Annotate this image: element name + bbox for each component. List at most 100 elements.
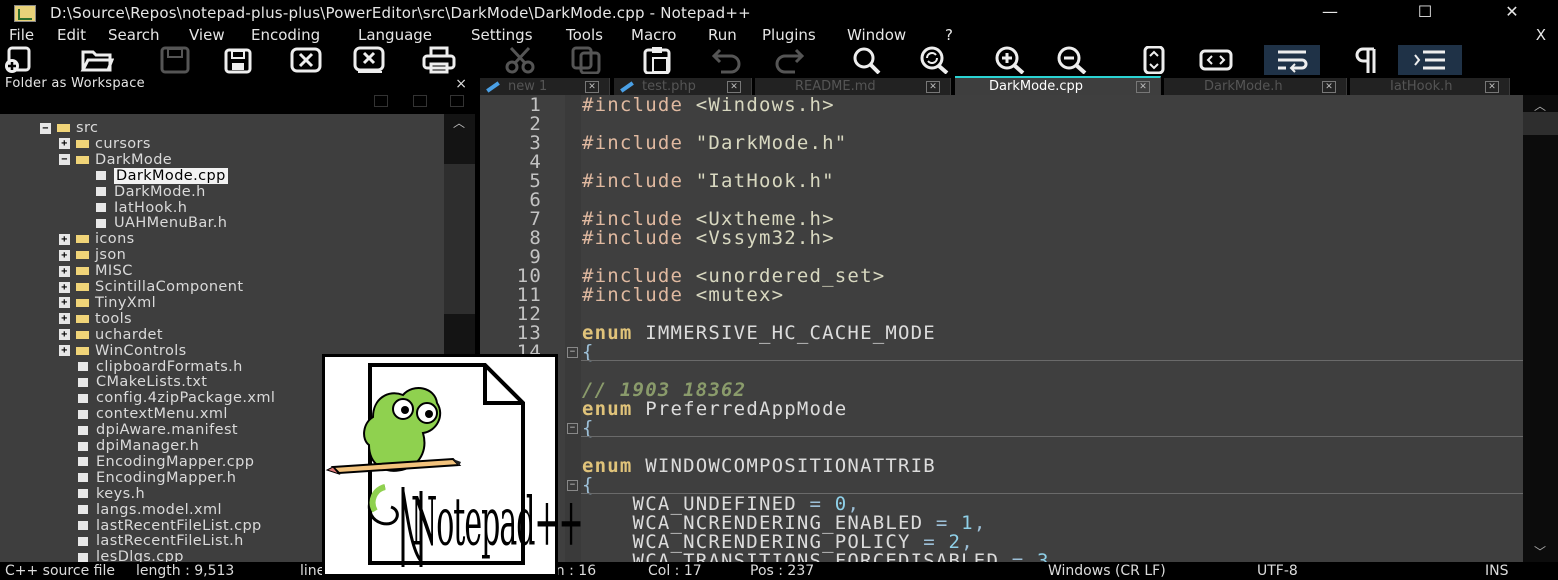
- code-line[interactable]: enum WINDOWCOMPOSITIONATTRIB: [480, 457, 1523, 476]
- tree-folder[interactable]: + icons: [59, 231, 135, 247]
- status-insert-mode[interactable]: INS: [1485, 563, 1509, 579]
- tree-file[interactable]: lesDlgs.cpp: [78, 549, 184, 562]
- code-line[interactable]: WCA_TRANSITIONS_FORCEDISABLED = 3,: [480, 552, 1523, 563]
- tree-folder[interactable]: + json: [59, 247, 126, 263]
- word-wrap-icon[interactable]: [1264, 45, 1320, 75]
- tab-4[interactable]: DarkMode.cpp ✕: [955, 76, 1161, 95]
- menu-search[interactable]: Search: [108, 26, 160, 44]
- tree-folder[interactable]: + tools: [59, 311, 132, 327]
- expand-icon[interactable]: +: [59, 281, 70, 293]
- tree-folder[interactable]: − src: [40, 120, 98, 136]
- show-all-chars-icon[interactable]: [1345, 45, 1385, 75]
- expand-icon[interactable]: +: [59, 265, 70, 277]
- tab-close-icon[interactable]: ✕: [1322, 80, 1336, 93]
- tree-file[interactable]: CMakeLists.txt: [78, 374, 207, 390]
- tree-file[interactable]: clipboardFormats.h: [78, 359, 243, 375]
- tree-file[interactable]: DarkMode.cpp: [96, 167, 228, 184]
- collapse-icon[interactable]: −: [40, 122, 51, 134]
- open-file-icon[interactable]: [77, 45, 117, 75]
- menu-macro[interactable]: Macro: [631, 26, 676, 44]
- expand-icon[interactable]: +: [59, 297, 70, 309]
- menu-edit[interactable]: Edit: [57, 26, 86, 44]
- tree-file[interactable]: langs.model.xml: [78, 502, 222, 518]
- expand-icon[interactable]: +: [59, 313, 70, 325]
- cut-icon[interactable]: [500, 45, 540, 75]
- tree-folder[interactable]: + cursors: [59, 136, 151, 152]
- tab-6[interactable]: IatHook.h ✕: [1350, 78, 1510, 95]
- code-line[interactable]: enum PreferredAppMode: [480, 400, 1523, 419]
- close-document-button[interactable]: X: [1536, 26, 1546, 44]
- menu-encoding[interactable]: Encoding: [251, 26, 320, 44]
- tab-1[interactable]: new 1 ✕: [480, 78, 610, 95]
- tree-file[interactable]: lastRecentFileList.h: [78, 533, 244, 549]
- close-window-button[interactable]: ✕: [1492, 2, 1532, 24]
- tab-close-icon[interactable]: ✕: [727, 80, 741, 93]
- menu-file[interactable]: File: [9, 26, 34, 44]
- status-encoding[interactable]: UTF-8: [1257, 563, 1298, 579]
- fold-toggle-icon[interactable]: −: [567, 423, 578, 434]
- menu-view[interactable]: View: [189, 26, 225, 44]
- save-icon[interactable]: [155, 45, 195, 75]
- expand-icon[interactable]: +: [59, 138, 70, 150]
- menu-run[interactable]: Run: [708, 26, 737, 44]
- tab-2[interactable]: test.php ✕: [614, 78, 752, 95]
- tree-file[interactable]: DarkMode.h: [96, 184, 206, 200]
- paste-icon[interactable]: [637, 45, 677, 75]
- zoom-in-icon[interactable]: [990, 45, 1030, 75]
- collapse-all-icon[interactable]: [413, 95, 427, 107]
- replace-icon[interactable]: [914, 45, 954, 75]
- minimize-button[interactable]: —: [1310, 2, 1350, 24]
- editor-scrollbar[interactable]: ︿ ﹀: [1523, 95, 1558, 562]
- code-line[interactable]: 5 #include "IatHook.h": [480, 172, 1523, 191]
- tree-file[interactable]: lastRecentFileList.cpp: [78, 518, 262, 534]
- tree-folder[interactable]: + MISC: [59, 263, 133, 279]
- menu-window[interactable]: Window: [847, 26, 906, 44]
- tree-folder[interactable]: + TinyXml: [59, 295, 156, 311]
- tree-file[interactable]: config.4zipPackage.xml: [78, 390, 275, 406]
- collapse-icon[interactable]: −: [59, 154, 70, 166]
- scrollbar-thumb[interactable]: [444, 164, 475, 314]
- menu-settings[interactable]: Settings: [471, 26, 533, 44]
- expand-all-icon[interactable]: [450, 95, 464, 107]
- tree-file[interactable]: IatHook.h: [96, 200, 187, 216]
- maximize-button[interactable]: ☐: [1405, 2, 1445, 24]
- scrollbar-thumb[interactable]: [1523, 112, 1558, 135]
- menu-language[interactable]: Language: [358, 26, 432, 44]
- notepad-app-icon[interactable]: [14, 5, 36, 22]
- sync-vertical-icon[interactable]: [1134, 45, 1174, 75]
- menu-plugins[interactable]: Plugins: [762, 26, 816, 44]
- indent-guide-icon[interactable]: [1398, 45, 1462, 75]
- redo-icon[interactable]: [770, 45, 810, 75]
- menu-help[interactable]: ?: [945, 26, 953, 44]
- close-icon[interactable]: [286, 45, 326, 75]
- zoom-out-icon[interactable]: [1052, 45, 1092, 75]
- copy-icon[interactable]: [566, 45, 606, 75]
- code-line[interactable]: 3 #include "DarkMode.h": [480, 134, 1523, 153]
- tree-folder[interactable]: + WinControls: [59, 343, 187, 359]
- tab-close-icon[interactable]: ✕: [585, 80, 599, 93]
- scroll-up-icon[interactable]: ︿: [453, 114, 465, 131]
- locate-current-file-icon[interactable]: [374, 95, 388, 107]
- expand-icon[interactable]: +: [59, 329, 70, 341]
- print-icon[interactable]: [419, 45, 459, 75]
- tree-file[interactable]: dpiManager.h: [78, 438, 199, 454]
- code-line[interactable]: 11 #include <mutex>: [480, 286, 1523, 305]
- code-editor[interactable]: 1 #include <Windows.h> 2 3 #include "DarkMod…: [480, 95, 1523, 562]
- tab-close-icon[interactable]: ✕: [1136, 80, 1150, 93]
- tree-file[interactable]: EncodingMapper.cpp: [78, 454, 254, 470]
- tree-folder[interactable]: − DarkMode: [59, 152, 172, 168]
- expand-icon[interactable]: +: [59, 345, 70, 357]
- find-icon[interactable]: [847, 45, 887, 75]
- tab-close-icon[interactable]: ✕: [1485, 80, 1499, 93]
- tab-3[interactable]: README.md ✕: [755, 78, 951, 95]
- tree-file[interactable]: dpiAware.manifest: [78, 422, 238, 438]
- tab-5[interactable]: DarkMode.h ✕: [1164, 78, 1347, 95]
- status-eol[interactable]: Windows (CR LF): [1048, 563, 1166, 579]
- menu-tools[interactable]: Tools: [566, 26, 603, 44]
- expand-icon[interactable]: +: [59, 233, 70, 245]
- fold-toggle-icon[interactable]: −: [567, 347, 578, 358]
- code-line[interactable]: 13 enum IMMERSIVE_HC_CACHE_MODE: [480, 324, 1523, 343]
- sync-horizontal-icon[interactable]: [1196, 45, 1236, 75]
- tab-close-icon[interactable]: ✕: [926, 80, 940, 93]
- tree-file[interactable]: keys.h: [78, 486, 145, 502]
